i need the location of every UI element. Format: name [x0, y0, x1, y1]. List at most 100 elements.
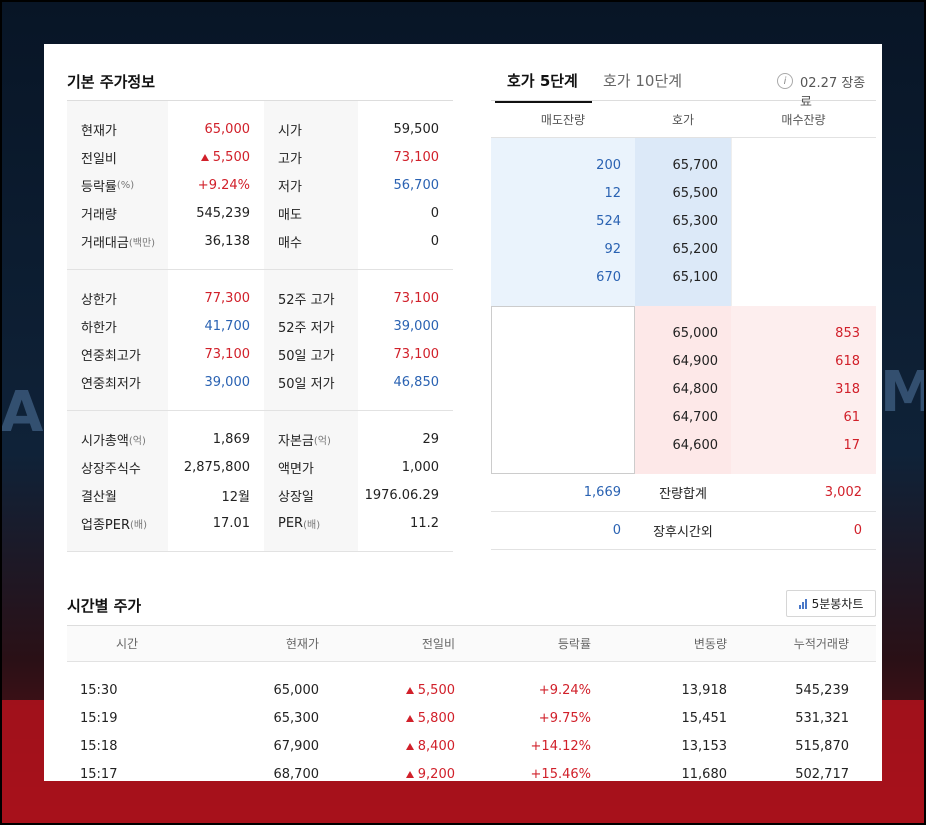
- label-text: 상한가: [81, 292, 117, 308]
- total-label: 잔량합계: [659, 487, 707, 502]
- row-price: 65,300: [273, 710, 320, 726]
- basic-info-value: 73,100: [358, 284, 453, 312]
- basic-info-label: 50일 저가: [264, 368, 358, 396]
- bid-qty: 853: [835, 326, 860, 341]
- orderbook-grid: 200 65,700 12 65,500 524 65,300 92 65,200 670 65,…: [491, 138, 876, 474]
- bid-price[interactable]: 64,800: [673, 382, 719, 397]
- label-text: 저가: [278, 179, 302, 195]
- row-rate: +9.24%: [538, 682, 591, 698]
- label-text: 등락률: [81, 179, 117, 195]
- row-time: 15:18: [80, 738, 118, 754]
- basic-info-value: 545,239: [168, 199, 264, 227]
- ask-qty: 524: [596, 214, 621, 229]
- tab-orderbook-5[interactable]: 호가 5단계: [495, 70, 592, 103]
- basic-info-label: 52주 저가: [264, 312, 358, 340]
- header-price: 호가: [671, 112, 695, 127]
- row-volume: 13,918: [681, 682, 728, 698]
- bid-price[interactable]: 64,900: [673, 354, 719, 369]
- after-bid-qty: 0: [853, 523, 862, 538]
- basic-info-label: 현재가: [67, 115, 168, 143]
- header-volume: 변동량: [693, 637, 727, 651]
- label-text: 고가: [278, 151, 302, 167]
- value-text: 56,700: [393, 177, 440, 193]
- label-text: 연중최고가: [81, 348, 141, 364]
- basic-info-value: 56,700: [358, 171, 453, 199]
- up-arrow-icon: [405, 714, 414, 722]
- value-text: 77,300: [204, 290, 251, 306]
- ask-price[interactable]: 65,500: [673, 186, 719, 201]
- bid-price[interactable]: 64,600: [673, 438, 719, 453]
- ask-price[interactable]: 65,200: [673, 242, 719, 257]
- basic-info-label: 고가: [264, 143, 358, 171]
- ask-price[interactable]: 65,700: [673, 158, 719, 173]
- basic-info-title: 기본 주가정보: [67, 73, 156, 91]
- label-text: 액면가: [278, 461, 314, 477]
- basic-info-label: 상장주식수: [67, 453, 168, 481]
- basic-info-value: 17.01: [168, 509, 264, 537]
- ask-empty-area: [491, 306, 635, 474]
- basic-info-label: 50일 고가: [264, 340, 358, 368]
- ask-price[interactable]: 65,100: [673, 270, 719, 285]
- ask-qty: 200: [596, 158, 621, 173]
- time-price-title: 시간별 주가: [67, 597, 142, 615]
- change-text: 9,200: [417, 766, 455, 782]
- header-cum-volume: 누적거래량: [793, 637, 849, 651]
- value-text: 73,100: [204, 346, 251, 362]
- label-unit: (억): [128, 435, 146, 447]
- label-text: 거래대금: [81, 235, 129, 251]
- value-text: 1,869: [212, 431, 250, 447]
- label-text: 자본금: [278, 433, 314, 449]
- stock-panel: 기본 주가정보 현재가 전일비 등락률 (%) 거래량 거래대금 (백만) 65,000 5,5…: [44, 44, 882, 781]
- bid-price[interactable]: 65,000: [673, 326, 719, 341]
- up-arrow-icon: [200, 153, 209, 161]
- basic-info-label: 연중최저가: [67, 368, 168, 396]
- time-table-header: 시간 현재가 전일비 등락률 변동량 누적거래량: [67, 625, 876, 662]
- change-text: 5,800: [417, 710, 455, 726]
- basic-info-label: 매수: [264, 227, 358, 255]
- basic-info-label: 업종PER (배): [67, 509, 168, 537]
- ask-price[interactable]: 65,300: [673, 214, 719, 229]
- label-text: 하한가: [81, 320, 117, 336]
- bid-qty: 318: [835, 382, 860, 397]
- basic-info-value: 1,869: [168, 425, 264, 453]
- ask-qty: 670: [596, 270, 621, 285]
- bid-qty: 618: [835, 354, 860, 369]
- up-arrow-icon: [405, 742, 414, 750]
- label-text: 상장일: [278, 489, 314, 505]
- basic-info-value: 11.2: [358, 509, 453, 537]
- bid-qty: 61: [843, 410, 860, 425]
- five-min-chart-button[interactable]: 5분봉차트: [786, 590, 876, 617]
- basic-info-group: 상한가하한가연중최고가연중최저가 77,300 41,700 73,100 39,000…: [67, 270, 453, 411]
- value-text: 0: [430, 205, 439, 221]
- row-price: 67,900: [273, 738, 320, 754]
- info-icon[interactable]: i: [777, 73, 793, 89]
- orderbook-total-row: 1,669 잔량합계 3,002: [491, 474, 876, 512]
- header-current-price: 현재가: [285, 637, 319, 651]
- label-unit: (백만): [128, 237, 156, 249]
- tab-orderbook-10[interactable]: 호가 10단계: [603, 70, 682, 91]
- time-price-table: 시간 현재가 전일비 등락률 변동량 누적거래량 15:30 65,000 5,50…: [67, 625, 876, 781]
- value-text: 73,100: [393, 346, 440, 362]
- table-row: 15:30 65,000 5,500 +9.24% 13,918 545,239: [67, 676, 876, 704]
- row-volume: 13,153: [681, 738, 728, 754]
- value-text: 73,100: [393, 290, 440, 306]
- basic-info-value: 41,700: [168, 312, 264, 340]
- value-text: 39,000: [204, 374, 251, 390]
- basic-info-table: 현재가 전일비 등락률 (%) 거래량 거래대금 (백만) 65,000 5,500 +9.24%…: [67, 100, 453, 552]
- row-time: 15:19: [80, 710, 118, 726]
- basic-info-label: 액면가: [264, 453, 358, 481]
- bid-qty: 17: [843, 438, 860, 453]
- basic-info-value: 36,138: [168, 227, 264, 255]
- basic-info-value: 29: [358, 425, 453, 453]
- value-text: 46,850: [393, 374, 440, 390]
- row-change: 8,400: [319, 732, 455, 760]
- row-volume: 11,680: [681, 766, 728, 782]
- header-ask-qty: 매도잔량: [540, 112, 586, 127]
- value-text: 1,000: [401, 459, 439, 475]
- label-text: 연중최저가: [81, 376, 141, 392]
- bid-price[interactable]: 64,700: [673, 410, 719, 425]
- label-text: 52주 저가: [278, 320, 335, 336]
- value-text: 2,875,800: [183, 459, 250, 475]
- value-text: 41,700: [204, 318, 251, 334]
- label-text: 매수: [278, 235, 302, 251]
